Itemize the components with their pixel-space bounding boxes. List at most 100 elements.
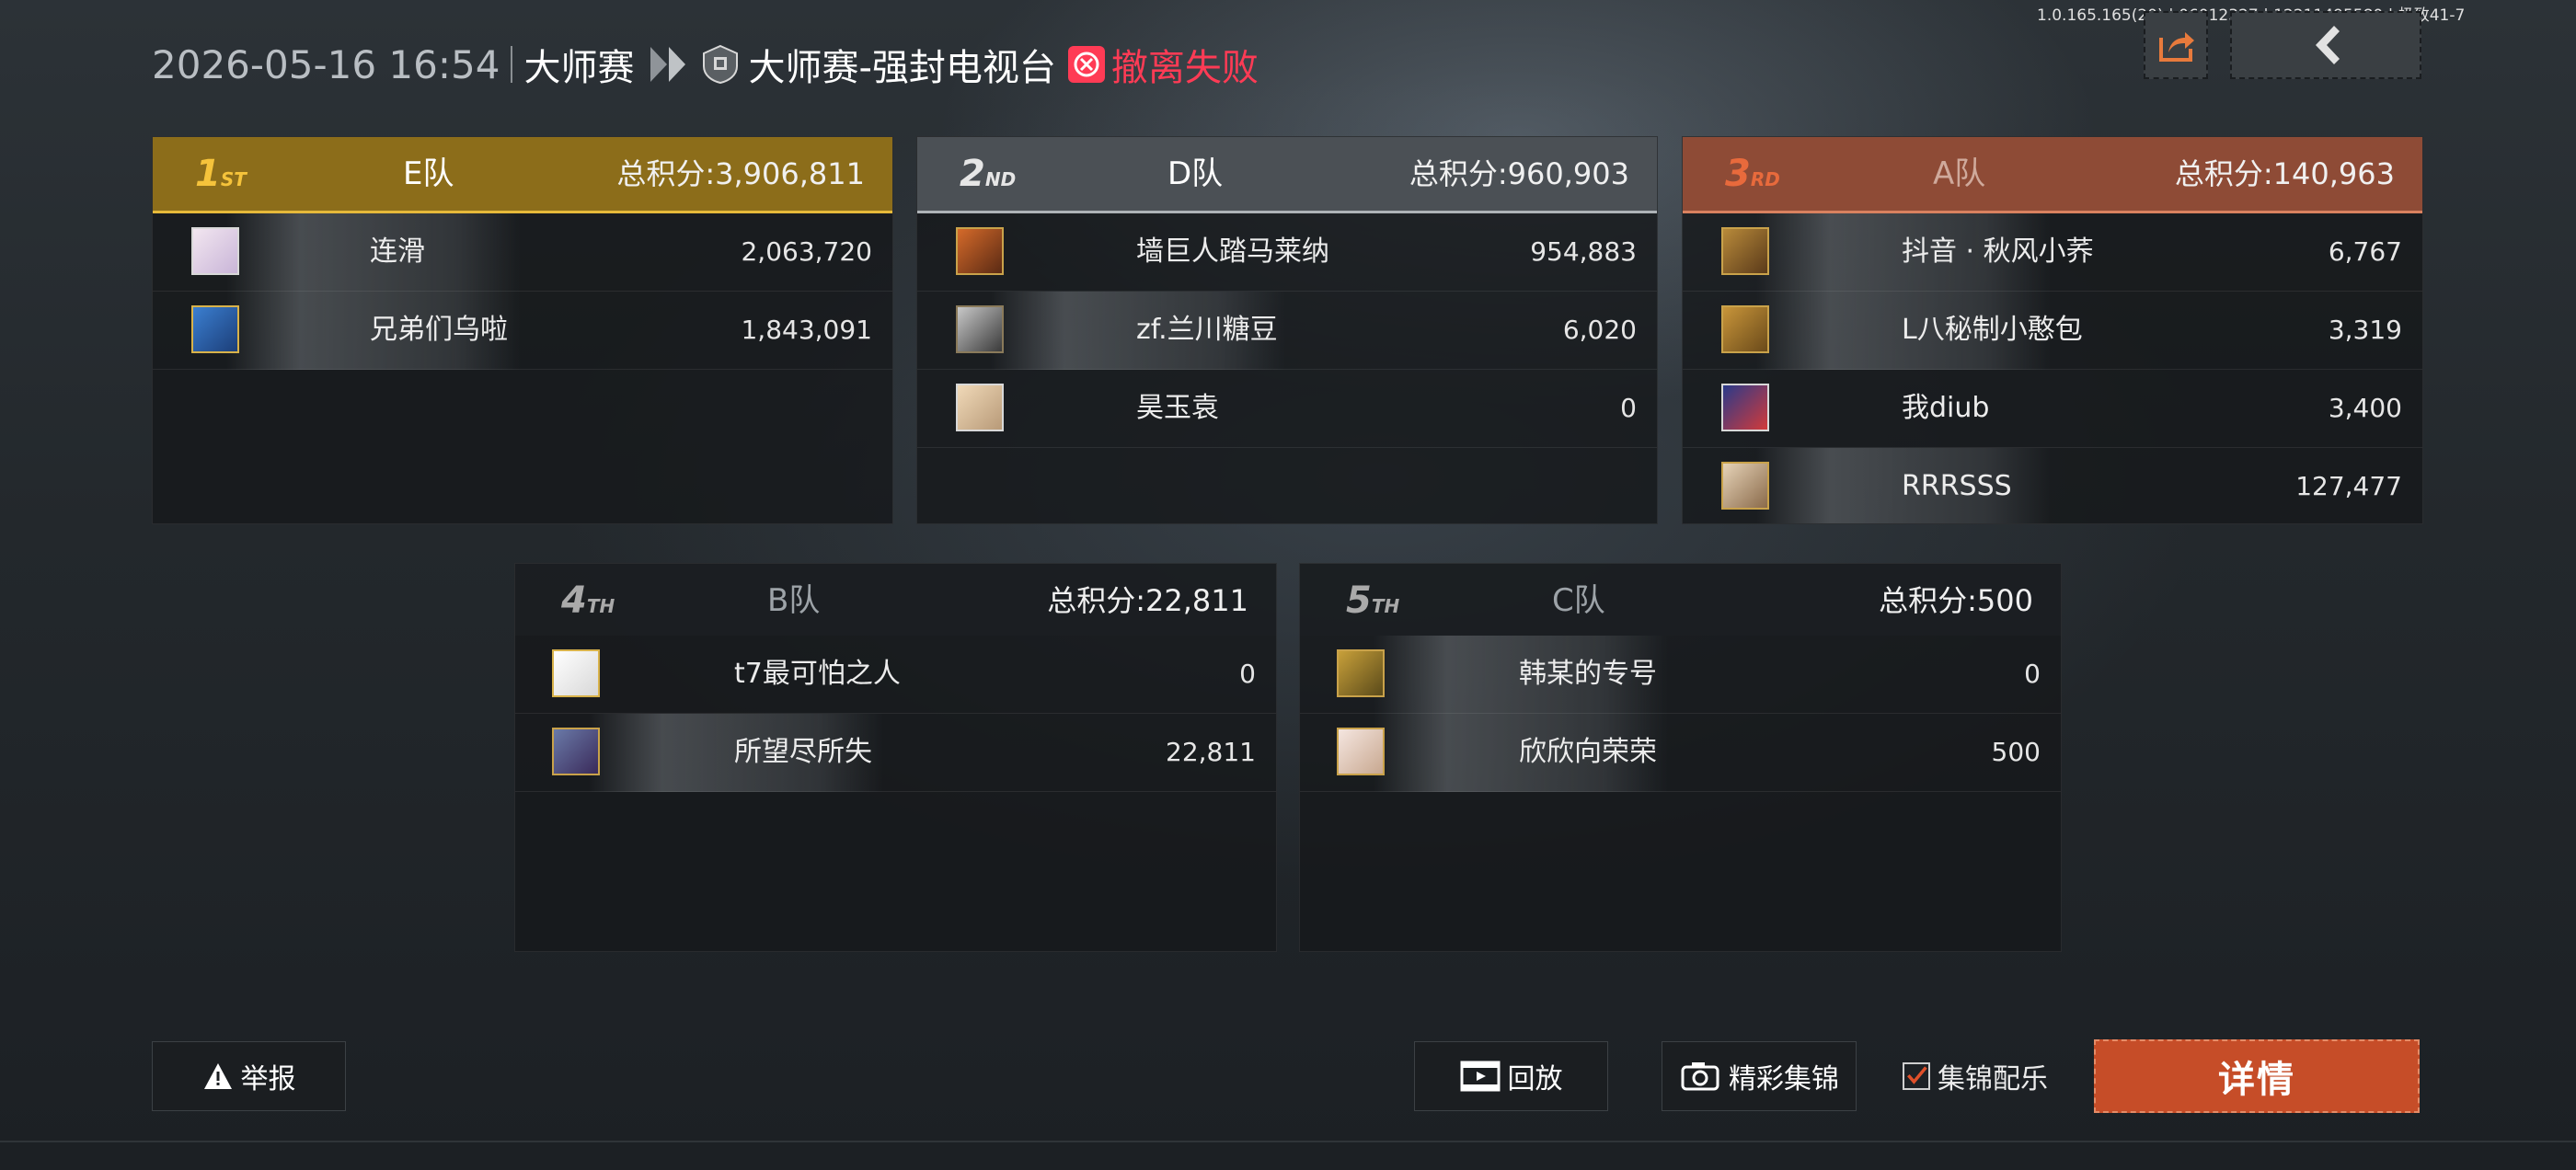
team-panel-2: 2ND D队 总积分:960,903 墙巨人踏马莱纳 954,883 zf.兰川…: [916, 136, 1658, 524]
player-avatar: [1721, 305, 1769, 353]
player-name: 昊玉袁: [1136, 392, 1219, 424]
player-name: 兄弟们乌啦: [370, 314, 508, 346]
music-checkbox[interactable]: [1903, 1062, 1930, 1090]
player-avatar: [1337, 728, 1385, 775]
player-avatar: [956, 227, 1004, 275]
team-name: E队: [403, 155, 454, 192]
player-score: 0: [1239, 659, 1256, 689]
team-panel-1: 1ST E队 总积分:3,906,811 连滑 2,063,720 兄弟们乌啦 …: [152, 136, 893, 524]
map-emblem-icon: [703, 44, 739, 85]
player-row[interactable]: 所望尽所失 22,811: [515, 714, 1276, 792]
share-button[interactable]: [2144, 11, 2208, 79]
player-score: 0: [2024, 659, 2041, 689]
player-row[interactable]: 韩某的专号 0: [1300, 636, 2061, 714]
music-label: 集锦配乐: [1938, 1063, 2048, 1095]
checkmark-icon: [1907, 1066, 1927, 1084]
team-header: 5TH C队 总积分:500: [1300, 564, 2061, 636]
replay-label: 回放: [1507, 1063, 1563, 1095]
player-row[interactable]: 昊玉袁 0: [917, 370, 1657, 448]
player-name: 连滑: [370, 235, 425, 268]
team-total-score: 总积分:3,906,811: [616, 156, 865, 191]
team-total-score: 总积分:140,963: [2174, 156, 2395, 191]
player-score: 0: [1620, 393, 1637, 423]
player-row[interactable]: 欣欣向荣荣 500: [1300, 714, 2061, 792]
player-avatar: [552, 649, 600, 697]
warning-icon: [203, 1063, 232, 1089]
team-header: 1ST E队 总积分:3,906,811: [153, 137, 892, 213]
match-header: 2026-05-16 16:54 大师赛 大师赛-强封电视台 撤离失败: [152, 37, 1259, 92]
team-header: 2ND D队 总积分:960,903: [917, 137, 1657, 213]
rank-badge: 1ST: [195, 153, 247, 195]
player-avatar: [956, 384, 1004, 431]
player-row[interactable]: RRRSSS 127,477: [1683, 448, 2422, 523]
team-name: D队: [1167, 155, 1224, 192]
match-datetime: 2026-05-16 16:54: [152, 41, 500, 87]
back-arrow-icon: [2316, 26, 2340, 64]
player-name: RRRSSS: [1902, 470, 2012, 502]
report-label: 举报: [240, 1063, 296, 1095]
details-button[interactable]: 详情: [2094, 1039, 2420, 1113]
camera-icon: [1681, 1062, 1719, 1091]
player-row[interactable]: 我diub 3,400: [1683, 370, 2422, 448]
player-name: L八秘制小憨包: [1902, 314, 2083, 346]
report-button[interactable]: 举报: [152, 1041, 346, 1111]
player-avatar: [1721, 227, 1769, 275]
player-name: 我diub: [1902, 392, 1990, 424]
header-divider: [511, 46, 513, 83]
player-avatar: [191, 227, 239, 275]
player-avatar: [552, 728, 600, 775]
team-total-score: 总积分:22,811: [1047, 583, 1248, 618]
player-avatar: [1721, 384, 1769, 431]
highlights-button[interactable]: 精彩集锦: [1662, 1041, 1857, 1111]
player-score: 1,843,091: [741, 315, 872, 345]
match-mode: 大师赛: [523, 47, 635, 89]
highlights-label: 精彩集锦: [1729, 1063, 1839, 1095]
team-name: A队: [1933, 155, 1986, 192]
player-row[interactable]: 连滑 2,063,720: [153, 213, 892, 292]
player-score: 3,319: [2328, 315, 2402, 345]
extraction-status: 撤离失败: [1110, 47, 1259, 89]
share-icon: [2159, 32, 2194, 62]
details-label: 详情: [2218, 1059, 2295, 1101]
player-row[interactable]: L八秘制小憨包 3,319: [1683, 292, 2422, 370]
back-button[interactable]: [2230, 11, 2421, 79]
player-avatar: [1721, 462, 1769, 510]
rank-badge: 4TH: [561, 579, 615, 622]
player-score: 2,063,720: [741, 236, 872, 267]
bottom-divider: [0, 1141, 2576, 1142]
rank-badge: 5TH: [1346, 579, 1400, 622]
player-score: 6,020: [1562, 315, 1637, 345]
team-name: B队: [767, 582, 821, 619]
team-panel-3: 3RD A队 总积分:140,963 抖音 · 秋风小荞 6,767 L八秘制小…: [1682, 136, 2423, 524]
player-score: 3,400: [2328, 393, 2402, 423]
player-score: 127,477: [2295, 471, 2402, 501]
player-row[interactable]: t7最可怕之人 0: [515, 636, 1276, 714]
player-avatar: [956, 305, 1004, 353]
chevron-right-icon: [650, 47, 687, 82]
player-name: 墙巨人踏马莱纳: [1136, 235, 1329, 268]
rank-badge: 3RD: [1725, 153, 1780, 195]
player-name: zf.兰川糖豆: [1136, 314, 1278, 346]
player-row[interactable]: 抖音 · 秋风小荞 6,767: [1683, 213, 2422, 292]
player-score: 6,767: [2328, 236, 2402, 267]
player-row[interactable]: 墙巨人踏马莱纳 954,883: [917, 213, 1657, 292]
fail-icon: [1067, 46, 1105, 83]
player-score: 22,811: [1166, 737, 1256, 767]
player-name: 抖音 · 秋风小荞: [1902, 235, 2094, 268]
replay-button[interactable]: 回放: [1414, 1041, 1608, 1111]
team-panel-4: 4TH B队 总积分:22,811 t7最可怕之人 0 所望尽所失 22,811: [514, 563, 1277, 952]
rank-badge: 2ND: [960, 153, 1017, 195]
team-panel-5: 5TH C队 总积分:500 韩某的专号 0 欣欣向荣荣 500: [1299, 563, 2062, 952]
player-name: 所望尽所失: [734, 736, 872, 768]
map-name: 大师赛-强封电视台: [748, 47, 1056, 89]
film-icon: [1460, 1061, 1500, 1092]
player-row[interactable]: 兄弟们乌啦 1,843,091: [153, 292, 892, 370]
player-avatar: [191, 305, 239, 353]
player-row[interactable]: zf.兰川糖豆 6,020: [917, 292, 1657, 370]
highlight-music-toggle[interactable]: 集锦配乐: [1903, 1056, 2048, 1096]
team-header: 4TH B队 总积分:22,811: [515, 564, 1276, 636]
player-name: t7最可怕之人: [734, 658, 901, 690]
player-score: 500: [1991, 737, 2041, 767]
player-score: 954,883: [1530, 236, 1637, 267]
team-name: C队: [1552, 582, 1605, 619]
